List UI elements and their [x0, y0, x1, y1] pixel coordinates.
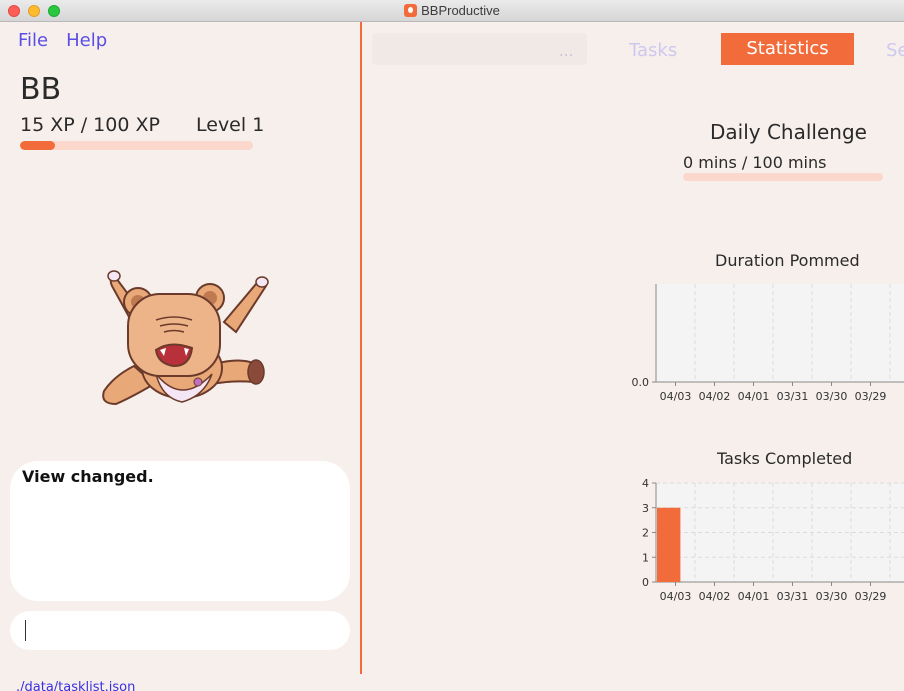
x-tick-label: 03/31 [777, 390, 809, 403]
window-title: BBProductive [421, 3, 500, 18]
app-icon [404, 4, 418, 17]
daily-challenge-progress-bar [683, 173, 883, 181]
right-pane: ... Tasks Statistics Se Daily Challenge … [362, 22, 904, 691]
xp-progress-bar [20, 141, 253, 150]
tab-settings[interactable]: Se [886, 40, 904, 61]
x-tick-label: 04/01 [738, 590, 770, 603]
x-tick-label: 03/30 [816, 590, 848, 603]
tasks-completed-chart: 0 1 2 3 4 04/03 04/02 04/01 03/31 03/30 03/29 [642, 477, 904, 603]
level-text: Level 1 [196, 114, 265, 136]
y-tick-label: 0 [642, 576, 649, 589]
xp-progress-fill [20, 141, 55, 150]
y-tick-label: 1 [642, 551, 649, 564]
window-title-group: BBProductive [0, 3, 904, 18]
x-tick-label: 03/29 [855, 590, 887, 603]
tasks-chart-title: Tasks Completed [717, 449, 853, 468]
daily-challenge-text: 0 mins / 100 mins [683, 153, 827, 172]
xp-text: 15 XP / 100 XP [20, 114, 160, 136]
title-bar: BBProductive [0, 0, 904, 22]
bear-mascot-image [102, 270, 269, 406]
tab-statistics[interactable]: Statistics [721, 33, 854, 65]
plot-area [656, 284, 904, 382]
result-text: View changed. [22, 467, 154, 486]
user-name: BB [20, 72, 62, 107]
daily-challenge-title: Daily Challenge [710, 120, 867, 144]
tab-hidden-label: ... [559, 42, 574, 60]
bar-04/03 [657, 507, 681, 582]
x-tick-label: 04/02 [699, 390, 731, 403]
left-pane: FileHelp BB 15 XP / 100 XP Level 1 View [0, 22, 360, 691]
y-tick-label: 2 [642, 527, 649, 540]
command-input[interactable] [10, 611, 350, 650]
x-tick-label: 04/03 [660, 390, 692, 403]
x-tick-label: 04/01 [738, 390, 770, 403]
text-caret [25, 620, 26, 641]
x-tick-label: 03/29 [855, 390, 887, 403]
status-bar-path: ./data/tasklist.json [16, 680, 136, 691]
tab-tasks[interactable]: Tasks [629, 40, 677, 61]
duration-pommed-chart: 0.0 04/03 04/02 04/01 03/31 03/30 03/29 [632, 284, 904, 403]
x-tick-label: 04/03 [660, 590, 692, 603]
duration-chart-title: Duration Pommed [715, 251, 860, 270]
y-tick-label: 3 [642, 502, 649, 515]
menu-bar: File Help [18, 30, 125, 51]
menu-help[interactable]: Help [66, 30, 107, 51]
x-tick-label: 04/02 [699, 590, 731, 603]
y-tick-label: 4 [642, 477, 649, 490]
x-tick-label: 03/31 [777, 590, 809, 603]
x-tick-label: 03/30 [816, 390, 848, 403]
tab-hidden[interactable] [372, 33, 587, 65]
result-display: View changed. [10, 461, 350, 601]
y-tick-label: 0.0 [632, 376, 650, 389]
menu-file[interactable]: File [18, 30, 48, 51]
